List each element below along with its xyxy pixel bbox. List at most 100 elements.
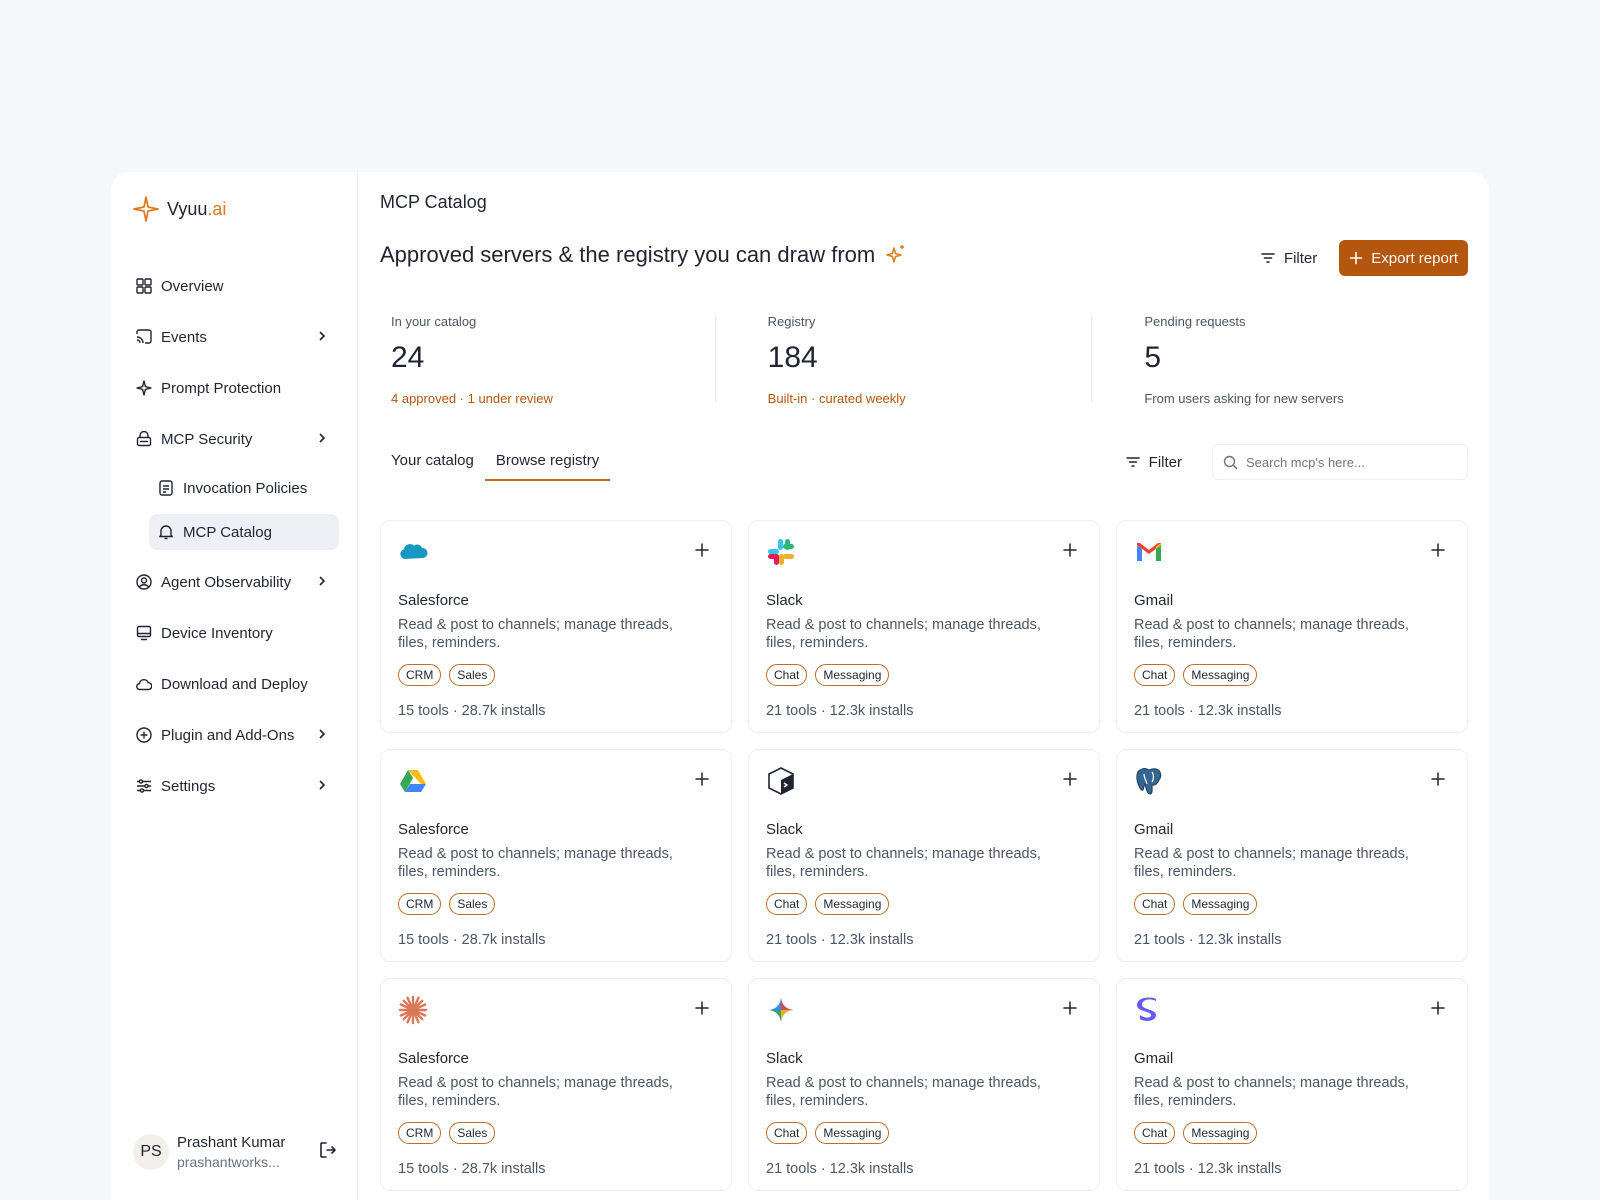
card-meta: 15 tools · 28.7k installs: [398, 703, 546, 719]
sidebar-item-label: Settings: [161, 777, 216, 795]
tag: Messaging: [1183, 1122, 1258, 1144]
card-name: Salesforce: [398, 592, 469, 609]
sidebar-item-mcp-catalog[interactable]: MCP Catalog: [149, 514, 339, 550]
sidebar-item-mcp-security[interactable]: MCP Security: [111, 419, 357, 459]
card-name: Slack: [766, 592, 803, 609]
stat-sub: Built-in · curated weekly: [767, 391, 906, 406]
cloud-icon: [135, 675, 153, 693]
chevron-right-icon: [315, 574, 329, 592]
search-input[interactable]: [1246, 454, 1446, 470]
stat-value: 24: [391, 341, 425, 374]
registry-card[interactable]: Gmail Read & post to channels; manage th…: [1116, 978, 1468, 1191]
stat-sub: 4 approved · 1 under review: [391, 391, 553, 406]
registry-card[interactable]: Salesforce Read & post to channels; mana…: [380, 749, 732, 962]
filter-button[interactable]: Filter: [1260, 250, 1317, 267]
brand-name: Vyuu: [167, 198, 208, 219]
sidebar-item-label: Agent Observability: [161, 573, 292, 591]
headline: Approved servers & the registry you can …: [380, 242, 907, 268]
add-icon[interactable]: [1063, 543, 1077, 562]
sidebar-item-device-inventory[interactable]: Device Inventory: [111, 613, 357, 653]
tag: Messaging: [815, 893, 890, 915]
user-profile[interactable]: PS Prashant Kumar prashantworks...: [133, 1134, 338, 1170]
sidebar-item-agent-observability[interactable]: Agent Observability: [111, 562, 357, 602]
google-drive-icon: [400, 770, 426, 792]
filter-icon: [1125, 457, 1140, 467]
tag: Chat: [1134, 893, 1176, 915]
tag: Messaging: [815, 1122, 890, 1144]
registry-grid: Salesforce Read & post to channels; mana…: [380, 520, 1468, 1191]
sidebar-item-label: MCP Security: [161, 430, 253, 448]
registry-card[interactable]: Gmail Read & post to channels; manage th…: [1116, 749, 1468, 962]
postgres-elephant-icon: [1136, 768, 1162, 795]
card-description: Read & post to channels; manage threads,…: [398, 1075, 673, 1109]
sidebar-nav: Overview Events Prompt Protection MCP Se…: [111, 266, 357, 817]
sidebar-item-label: Invocation Policies: [183, 479, 308, 497]
tag: Chat: [766, 893, 808, 915]
sidebar-item-label: Events: [161, 328, 207, 346]
sidebar-item-overview[interactable]: Overview: [111, 266, 357, 306]
sidebar-item-invocation-policies[interactable]: Invocation Policies: [149, 470, 339, 506]
sidebar-item-prompt-protection[interactable]: Prompt Protection: [111, 368, 357, 408]
chevron-right-icon: [315, 727, 329, 745]
tag: Sales: [449, 893, 496, 915]
tag: Chat: [1134, 1122, 1176, 1144]
registry-card[interactable]: Slack Read & post to channels; manage th…: [748, 520, 1100, 733]
chevron-right-icon: [315, 778, 329, 796]
card-name: Slack: [766, 1050, 803, 1067]
card-description: Read & post to channels; manage threads,…: [766, 617, 1041, 651]
tag: CRM: [398, 893, 442, 915]
sidebar-item-settings[interactable]: Settings: [111, 766, 357, 806]
add-icon[interactable]: [695, 543, 709, 562]
registry-card[interactable]: Salesforce Read & post to channels; mana…: [380, 520, 732, 733]
add-icon[interactable]: [1431, 543, 1445, 562]
gemini-sparkle-icon: [769, 998, 793, 1022]
sidebar: Vyuu.ai Overview Events Prompt Protectio…: [111, 172, 358, 1200]
stat-label: Pending requests: [1144, 314, 1246, 329]
card-meta: 21 tools · 12.3k installs: [1134, 932, 1282, 948]
tag: Chat: [766, 664, 808, 686]
registry-card[interactable]: Salesforce Read & post to channels; mana…: [380, 978, 732, 1191]
card-description: Read & post to channels; manage threads,…: [1134, 846, 1409, 880]
list-filter-button[interactable]: Filter: [1125, 454, 1182, 471]
sparkle-logo-icon: [133, 196, 159, 222]
sidebar-item-label: Download and Deploy: [161, 675, 308, 693]
salesforce-icon: [400, 544, 428, 559]
tab-browse-registry[interactable]: Browse registry: [484, 444, 611, 481]
card-description: Read & post to channels; manage threads,…: [1134, 617, 1409, 651]
document-icon: [157, 479, 175, 497]
registry-card[interactable]: Slack Read & post to channels; manage th…: [748, 978, 1100, 1191]
list-tools: Filter: [1125, 444, 1468, 480]
add-icon[interactable]: [1063, 1001, 1077, 1020]
add-icon[interactable]: [1431, 772, 1445, 791]
export-report-button[interactable]: Export report: [1339, 240, 1468, 276]
brand-logo[interactable]: Vyuu.ai: [133, 196, 226, 222]
add-icon[interactable]: [1431, 1001, 1445, 1020]
sidebar-item-download-deploy[interactable]: Download and Deploy: [111, 664, 357, 704]
tag: Sales: [449, 1122, 496, 1144]
add-icon[interactable]: [695, 1001, 709, 1020]
registry-card[interactable]: Gmail Read & post to channels; manage th…: [1116, 520, 1468, 733]
add-icon[interactable]: [695, 772, 709, 791]
user-circle-icon: [135, 573, 153, 591]
sidebar-item-label: Plugin and Add-Ons: [161, 726, 295, 744]
card-name: Gmail: [1134, 821, 1174, 838]
tag: Chat: [1134, 664, 1176, 686]
tab-your-catalog[interactable]: Your catalog: [380, 444, 485, 481]
tag: CRM: [398, 664, 442, 686]
registry-card[interactable]: Slack Read & post to channels; manage th…: [748, 749, 1100, 962]
catalog-tabs: Your catalog Browse registry: [380, 444, 611, 481]
sidebar-item-label: MCP Catalog: [183, 523, 272, 541]
search-box: [1212, 444, 1468, 480]
card-meta: 21 tools · 12.3k installs: [766, 703, 914, 719]
cast-icon: [135, 328, 153, 346]
add-icon[interactable]: [1063, 772, 1077, 791]
card-description: Read & post to channels; manage threads,…: [1134, 1075, 1409, 1109]
stat-registry: Registry 184 Built-in · curated weekly: [714, 310, 1092, 406]
stat-label: In your catalog: [391, 314, 477, 329]
tag: Messaging: [1183, 664, 1258, 686]
card-description: Read & post to channels; manage threads,…: [398, 617, 673, 651]
sidebar-item-plugin-addons[interactable]: Plugin and Add-Ons: [111, 715, 357, 755]
logout-icon[interactable]: [318, 1140, 338, 1165]
stat-sub: From users asking for new servers: [1144, 391, 1344, 406]
sidebar-item-events[interactable]: Events: [111, 317, 357, 357]
